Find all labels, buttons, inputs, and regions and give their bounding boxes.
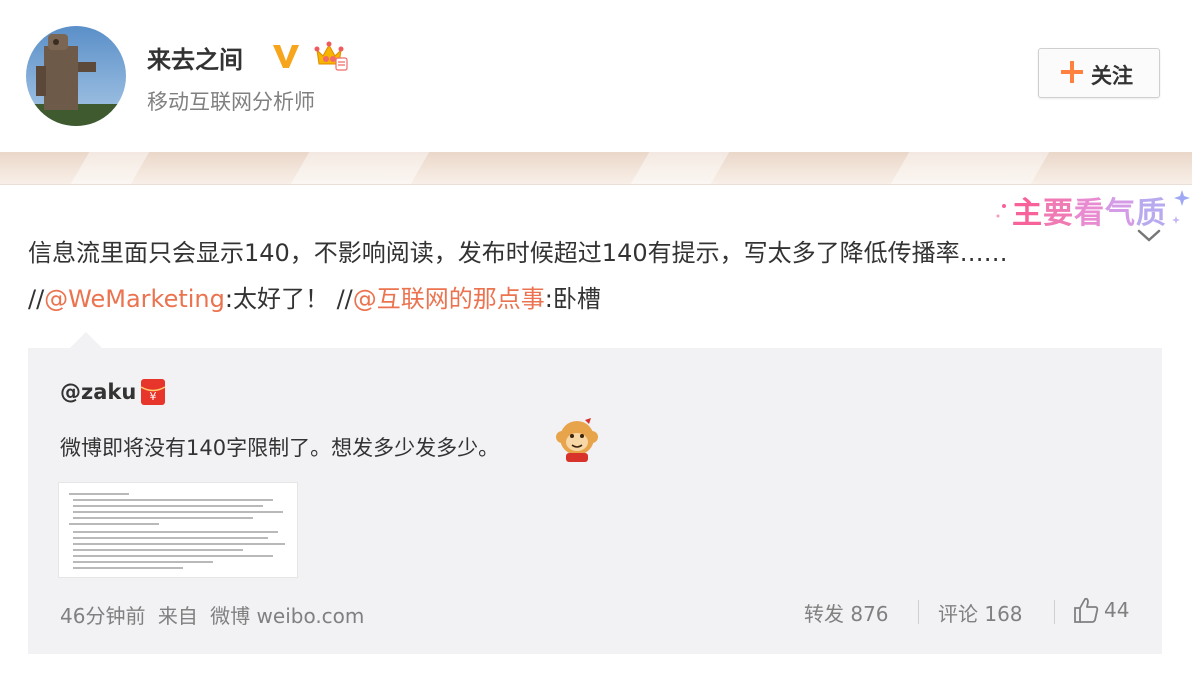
forward-button[interactable]: 转发 876	[804, 598, 889, 627]
post-reply-text: :太好了！ //	[224, 285, 353, 313]
user-name[interactable]: 来去之间	[147, 40, 243, 75]
user-title: 移动互联网分析师	[147, 90, 315, 114]
follow-button[interactable]: 关注	[1038, 48, 1160, 98]
thumbs-up-icon	[1072, 596, 1100, 624]
reposted-weibo: @zaku ¥ 微博即将没有140字限制了。想发多少发多少。 46分钟前 来自 …	[28, 332, 1162, 654]
follow-button-label: 关注	[1091, 64, 1133, 88]
original-author-link[interactable]: @zaku	[60, 380, 136, 404]
mention-link[interactable]: @互联网的那点事	[353, 285, 545, 313]
post-meta: 46分钟前 来自 微博 weibo.com	[60, 600, 370, 629]
like-count: 44	[1104, 598, 1130, 622]
badge-char: 主	[1012, 196, 1043, 231]
post-reply-text: :卧槽	[544, 285, 601, 313]
comment-label: 评论	[938, 602, 978, 626]
avatar[interactable]	[26, 26, 126, 126]
chevron-down-icon[interactable]	[1136, 228, 1162, 244]
comment-count: 168	[984, 602, 1023, 626]
vip-crown-icon	[314, 40, 348, 72]
post-time[interactable]: 46分钟前	[60, 604, 145, 628]
forward-label: 转发	[804, 602, 844, 626]
badge-char: 看	[1074, 196, 1105, 231]
svg-text:¥: ¥	[150, 390, 157, 403]
verified-v-icon	[271, 42, 301, 70]
original-post-text: 微博即将没有140字限制了。想发多少发多少。	[60, 436, 500, 460]
attached-image-thumbnail[interactable]	[58, 482, 298, 578]
red-packet-icon[interactable]: ¥	[140, 378, 166, 406]
comment-button[interactable]: 评论 168	[938, 598, 1023, 627]
caret-pointer	[70, 332, 102, 348]
post-content: 信息流里面只会显示140，不影响阅读，发布时候超过140有提示，写太多了降低传播…	[28, 230, 1088, 322]
plus-icon	[1061, 61, 1083, 83]
source-prefix: 来自	[157, 604, 198, 628]
monkey-emoji-icon	[554, 416, 600, 462]
badge-char: 质	[1136, 196, 1167, 231]
badge-char: 气	[1105, 196, 1136, 231]
badge-char: 要	[1043, 196, 1074, 231]
mention-link[interactable]: @WeMarketing	[44, 285, 225, 313]
like-button[interactable]: 44	[1072, 596, 1142, 626]
forward-count: 876	[850, 602, 889, 626]
action-divider	[918, 600, 919, 624]
action-divider	[1054, 600, 1055, 624]
badge-text: 主要看气质	[1012, 188, 1167, 232]
cover-banner	[0, 152, 1192, 185]
profile-header: 来去之间 移动互联网分析师 关注	[0, 0, 1192, 152]
post-source[interactable]: 微博 weibo.com	[210, 604, 364, 628]
